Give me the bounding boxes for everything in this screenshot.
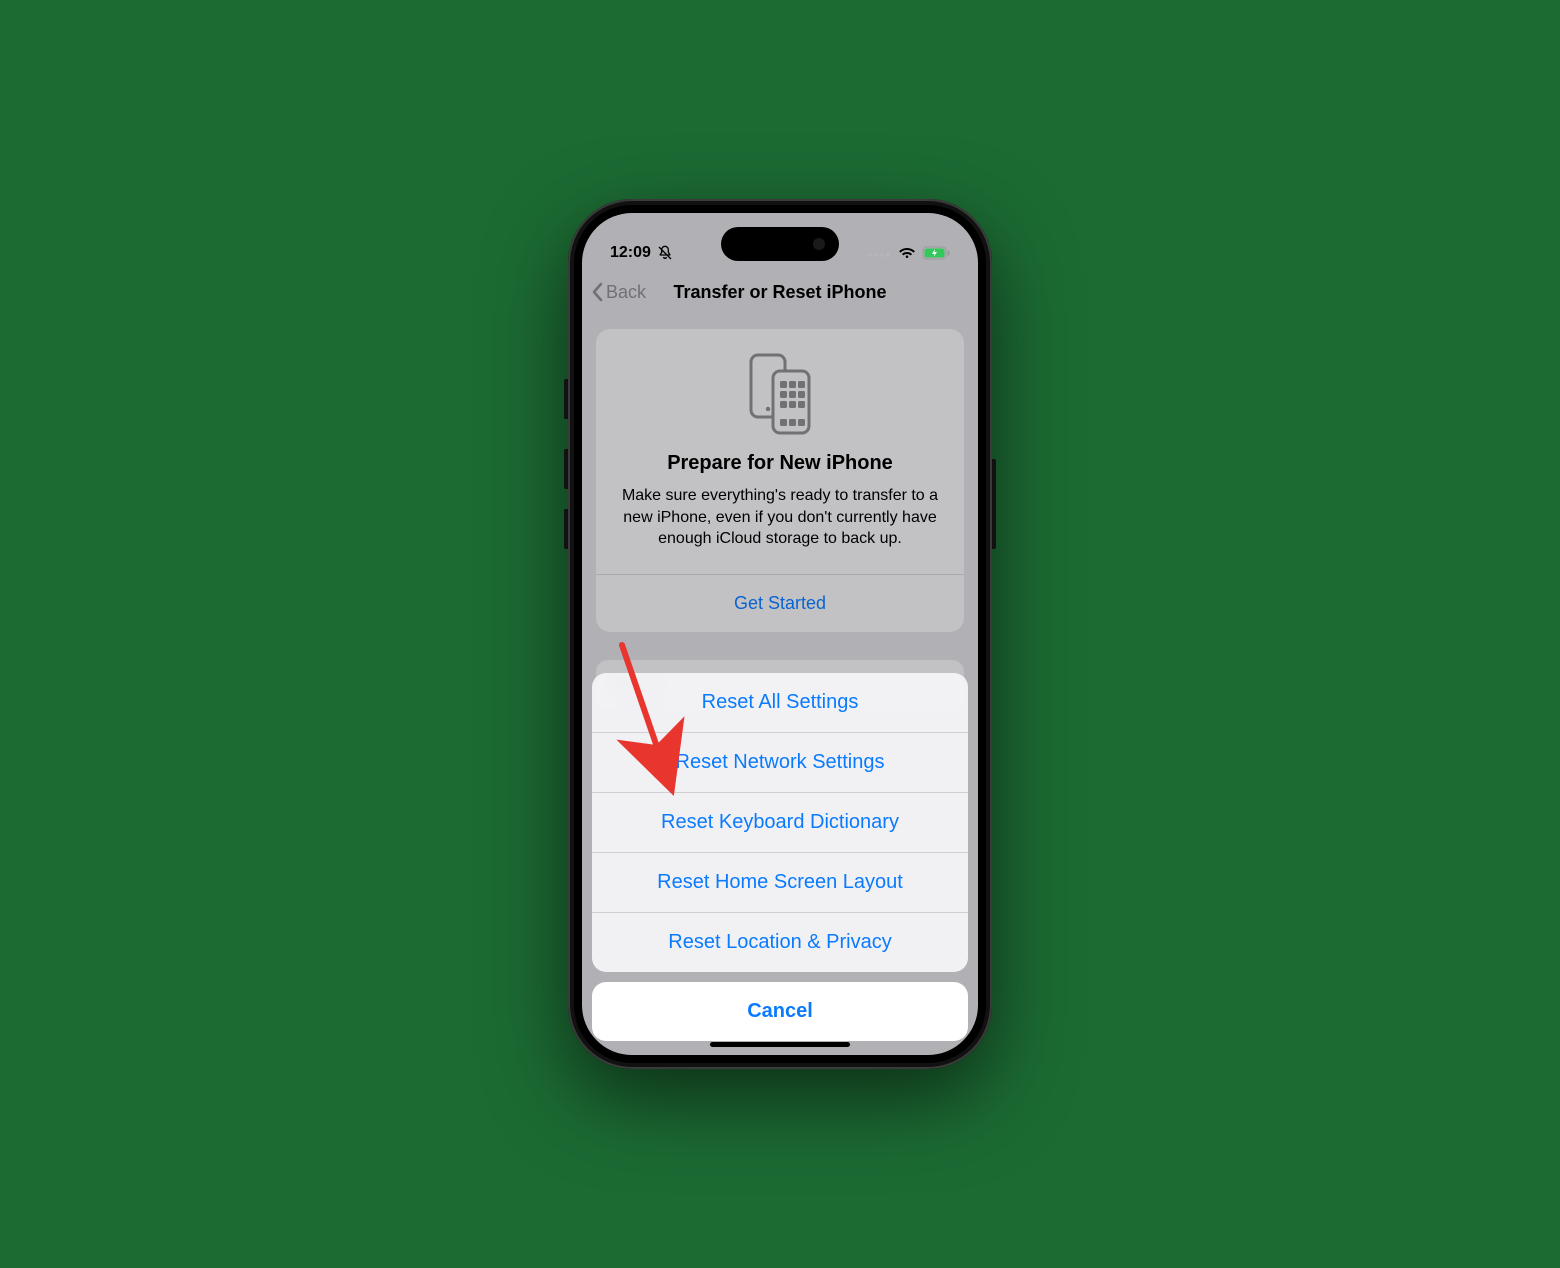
home-indicator[interactable] bbox=[710, 1042, 850, 1047]
cancel-button[interactable]: Cancel bbox=[592, 982, 968, 1041]
wifi-icon bbox=[898, 246, 916, 260]
iphone-frame: 12:09 bbox=[568, 199, 992, 1069]
status-time: 12:09 bbox=[610, 244, 651, 262]
action-sheet-list: Reset All Settings Reset Network Setting… bbox=[592, 673, 968, 972]
sheet-item-reset-location-privacy[interactable]: Reset Location & Privacy bbox=[592, 913, 968, 972]
dynamic-island bbox=[721, 227, 839, 261]
cellular-dots-icon bbox=[868, 244, 892, 262]
sheet-item-reset-home-screen-layout[interactable]: Reset Home Screen Layout bbox=[592, 853, 968, 913]
action-sheet: Reset All Settings Reset Network Setting… bbox=[592, 673, 968, 1041]
sheet-item-reset-all-settings[interactable]: Reset All Settings bbox=[592, 673, 968, 733]
battery-charging-icon bbox=[922, 246, 950, 260]
screen: 12:09 bbox=[582, 213, 978, 1055]
sheet-item-reset-keyboard-dictionary[interactable]: Reset Keyboard Dictionary bbox=[592, 793, 968, 853]
silent-icon bbox=[657, 245, 673, 261]
sheet-item-reset-network-settings[interactable]: Reset Network Settings bbox=[592, 733, 968, 793]
